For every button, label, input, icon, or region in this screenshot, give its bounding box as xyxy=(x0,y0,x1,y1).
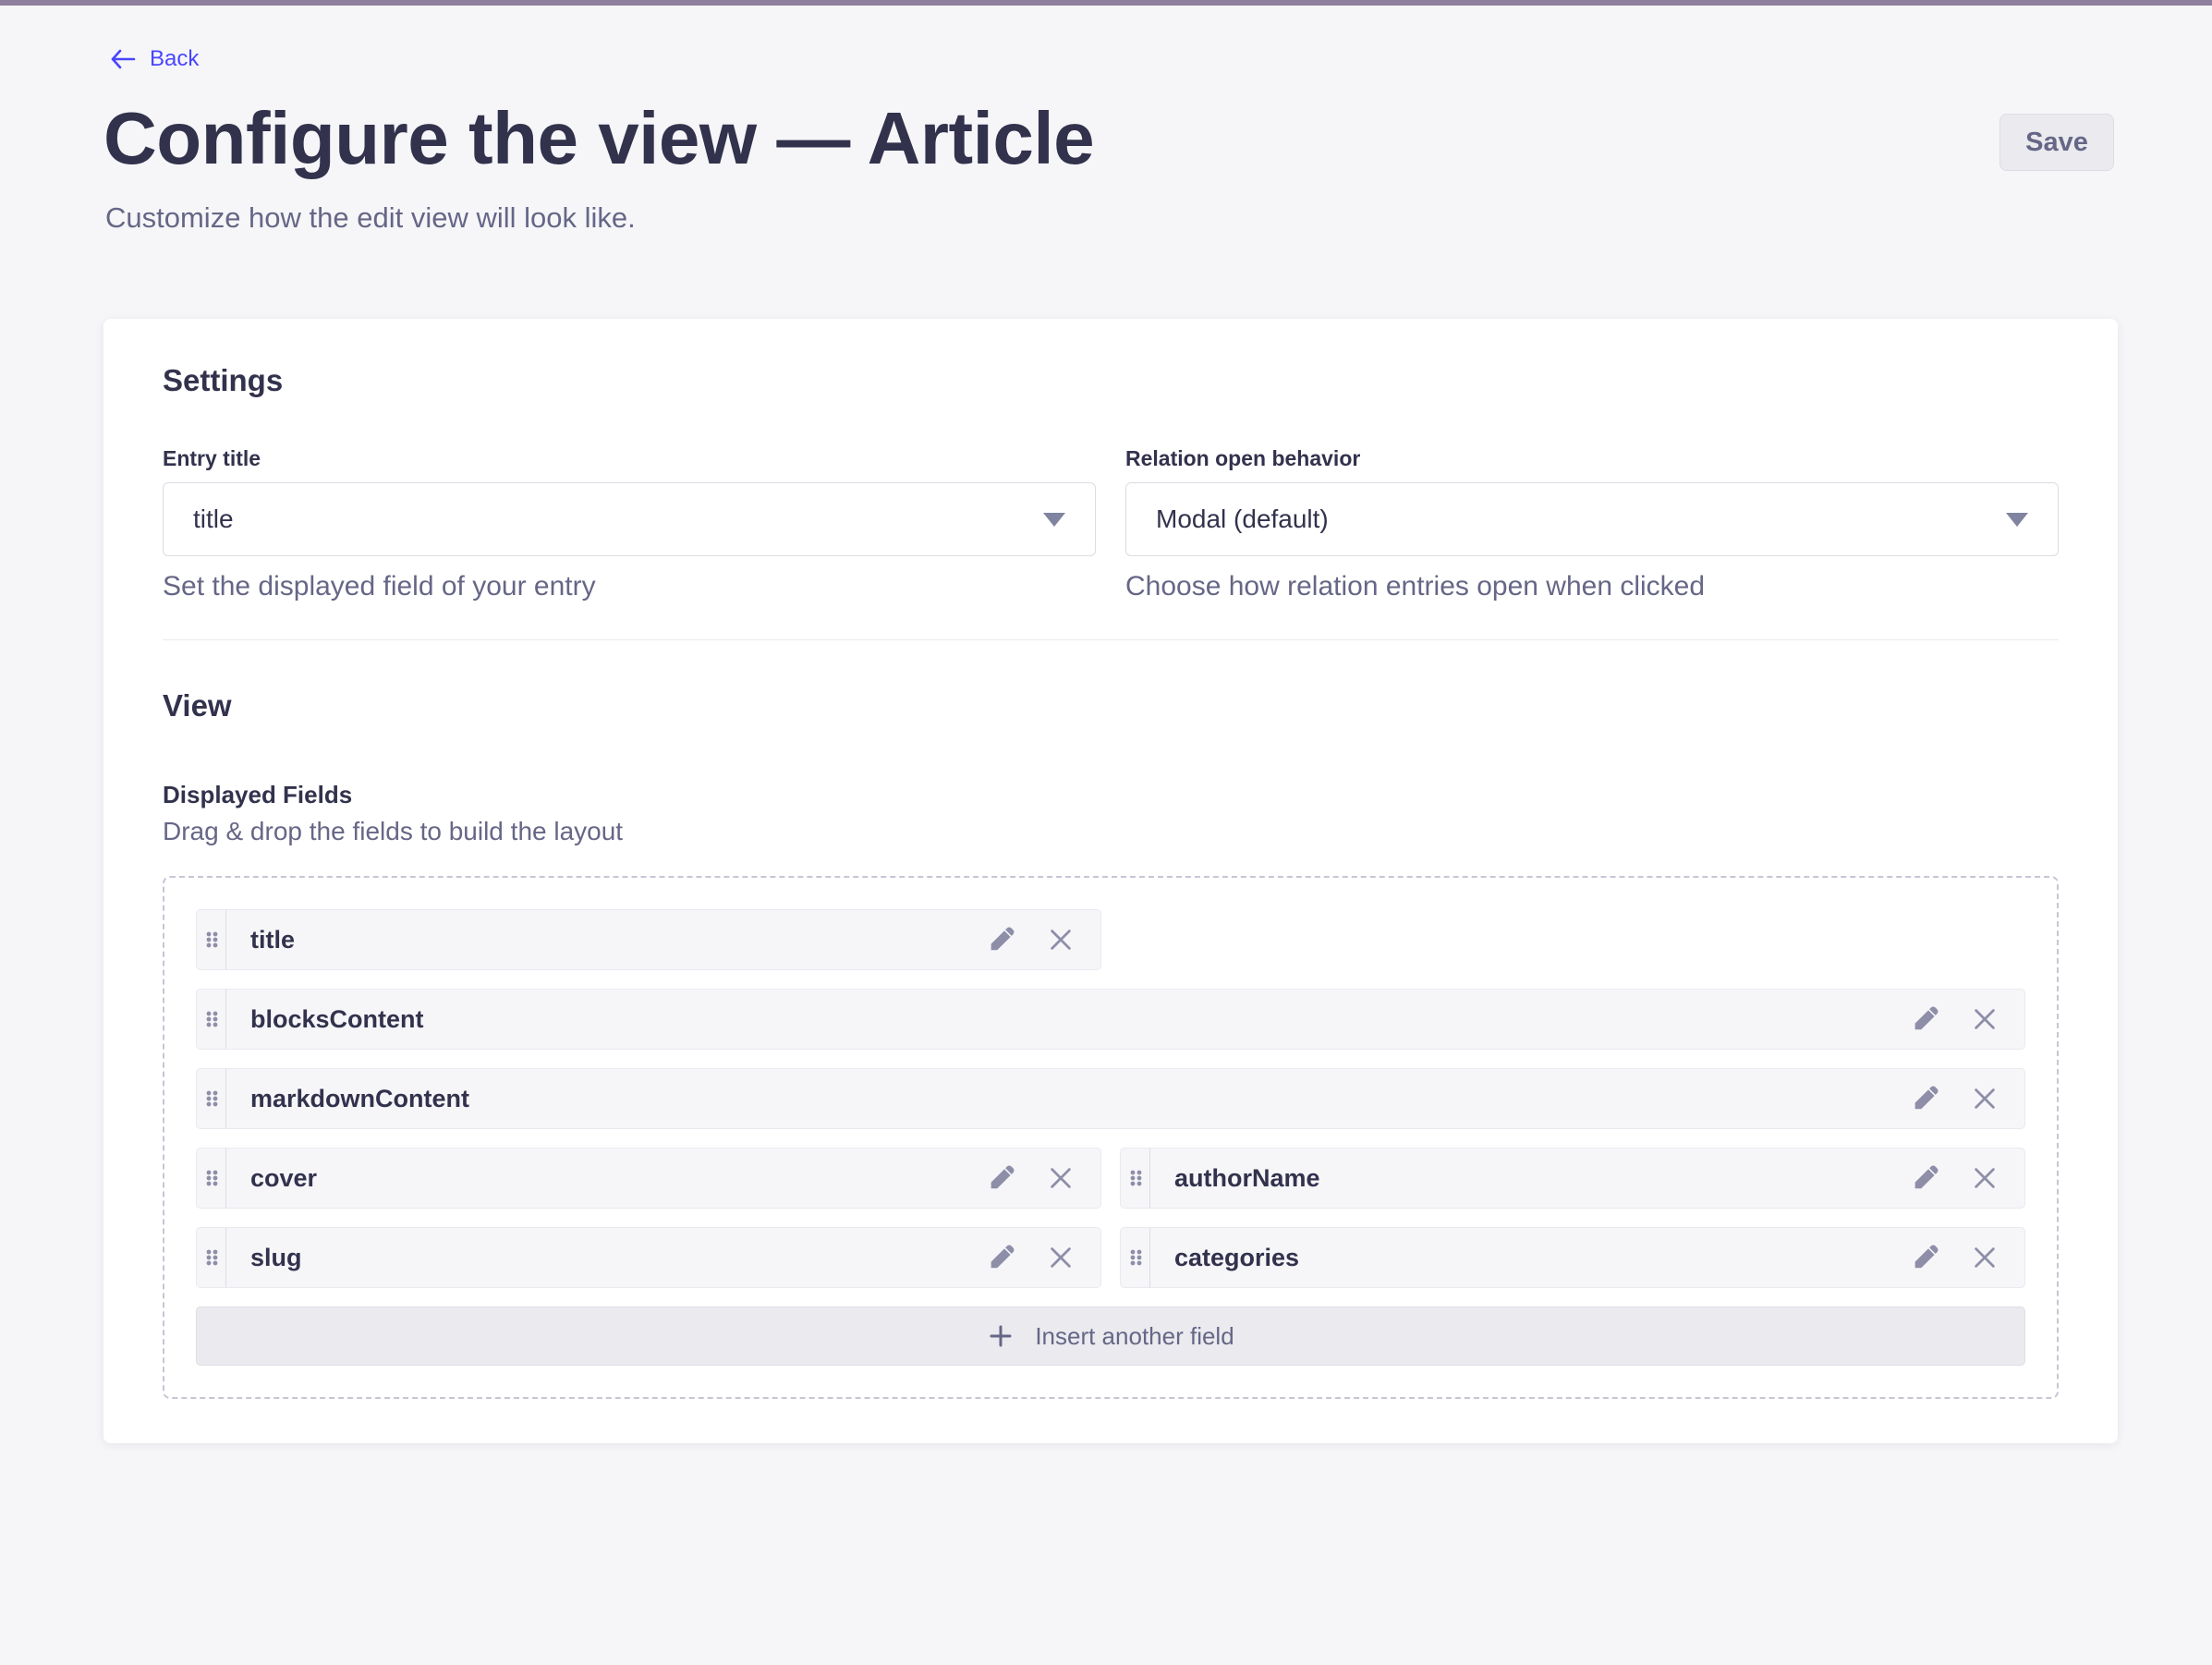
section-divider xyxy=(163,639,2059,640)
remove-field-button[interactable] xyxy=(1047,1164,1075,1192)
x-icon xyxy=(1971,1164,1999,1192)
back-label: Back xyxy=(150,46,199,72)
field-row-categories[interactable]: categories xyxy=(1120,1227,2025,1288)
drag-handle[interactable] xyxy=(1121,1148,1150,1208)
settings-heading: Settings xyxy=(163,363,2059,398)
configure-view-card: Settings Entry title title Set the displ… xyxy=(103,319,2118,1443)
relation-open-behavior-value: Modal (default) xyxy=(1156,504,1329,534)
pencil-icon xyxy=(988,1164,1015,1192)
edit-field-button[interactable] xyxy=(1912,1005,1939,1033)
back-arrow-icon xyxy=(109,47,137,71)
field-actions xyxy=(988,1164,1100,1192)
entry-title-hint: Set the displayed field of your entry xyxy=(163,571,1096,602)
insert-field-button[interactable]: Insert another field xyxy=(196,1306,2025,1366)
remove-field-button[interactable] xyxy=(1047,1244,1075,1271)
fields-grid: title blocksContent xyxy=(196,909,2025,1366)
field-actions xyxy=(1912,1244,2024,1271)
field-actions xyxy=(988,926,1100,954)
relation-open-behavior-group: Relation open behavior Modal (default) C… xyxy=(1125,446,2059,602)
edit-field-button[interactable] xyxy=(988,926,1015,954)
field-row-blocksContent[interactable]: blocksContent xyxy=(196,989,2025,1050)
six-dots-icon xyxy=(1126,1244,1145,1271)
x-icon xyxy=(1971,1085,1999,1112)
remove-field-button[interactable] xyxy=(1971,1244,1999,1271)
displayed-fields-hint: Drag & drop the fields to build the layo… xyxy=(163,817,2059,846)
field-label: cover xyxy=(226,1164,988,1193)
field-label: authorName xyxy=(1150,1164,1912,1193)
x-icon xyxy=(1047,926,1075,954)
six-dots-icon xyxy=(202,1085,221,1112)
edit-field-button[interactable] xyxy=(1912,1164,1939,1192)
field-row-slug[interactable]: slug xyxy=(196,1227,1101,1288)
relation-open-behavior-label: Relation open behavior xyxy=(1125,446,2059,471)
drag-handle[interactable] xyxy=(197,990,226,1049)
pencil-icon xyxy=(1912,1244,1939,1271)
field-label: markdownContent xyxy=(226,1085,1912,1113)
field-label: slug xyxy=(226,1244,988,1272)
entry-title-select[interactable]: title xyxy=(163,482,1096,556)
field-actions xyxy=(988,1244,1100,1271)
field-label: title xyxy=(226,926,988,954)
field-row-title[interactable]: title xyxy=(196,909,1101,970)
relation-open-behavior-hint: Choose how relation entries open when cl… xyxy=(1125,571,2059,602)
pencil-icon xyxy=(1912,1164,1939,1192)
field-row-authorName[interactable]: authorName xyxy=(1120,1148,2025,1209)
field-actions xyxy=(1912,1005,2024,1033)
entry-title-value: title xyxy=(193,504,234,534)
plus-icon xyxy=(987,1322,1015,1350)
six-dots-icon xyxy=(1126,1164,1145,1192)
window-top-strip xyxy=(0,0,2212,6)
entry-title-group: Entry title title Set the displayed fiel… xyxy=(163,446,1096,602)
relation-open-behavior-select[interactable]: Modal (default) xyxy=(1125,482,2059,556)
pencil-icon xyxy=(988,1244,1015,1271)
edit-field-button[interactable] xyxy=(988,1164,1015,1192)
remove-field-button[interactable] xyxy=(1971,1005,1999,1033)
page-title: Configure the view — Article xyxy=(103,98,1094,179)
x-icon xyxy=(1047,1244,1075,1271)
field-actions xyxy=(1912,1164,2024,1192)
field-label: blocksContent xyxy=(226,1005,1912,1034)
remove-field-button[interactable] xyxy=(1971,1164,1999,1192)
view-heading: View xyxy=(163,688,2059,723)
six-dots-icon xyxy=(202,1164,221,1192)
six-dots-icon xyxy=(202,1244,221,1271)
six-dots-icon xyxy=(202,926,221,954)
fields-dropzone: title blocksContent xyxy=(163,876,2059,1399)
x-icon xyxy=(1047,1164,1075,1192)
save-button[interactable]: Save xyxy=(1999,114,2114,171)
entry-title-label: Entry title xyxy=(163,446,1096,471)
drag-handle[interactable] xyxy=(197,1148,226,1208)
page-subtitle: Customize how the edit view will look li… xyxy=(105,201,636,235)
x-icon xyxy=(1971,1005,1999,1033)
field-row-markdownContent[interactable]: markdownContent xyxy=(196,1068,2025,1129)
drag-handle[interactable] xyxy=(197,910,226,969)
six-dots-icon xyxy=(202,1005,221,1033)
field-row-cover[interactable]: cover xyxy=(196,1148,1101,1209)
settings-form-row: Entry title title Set the displayed fiel… xyxy=(163,446,2059,602)
back-button[interactable]: Back xyxy=(109,46,199,72)
field-label: categories xyxy=(1150,1244,1912,1272)
edit-field-button[interactable] xyxy=(1912,1244,1939,1271)
remove-field-button[interactable] xyxy=(1047,926,1075,954)
pencil-icon xyxy=(1912,1005,1939,1033)
edit-field-button[interactable] xyxy=(1912,1085,1939,1112)
drag-handle[interactable] xyxy=(1121,1228,1150,1287)
pencil-icon xyxy=(1912,1085,1939,1112)
edit-field-button[interactable] xyxy=(988,1244,1015,1271)
caret-down-icon xyxy=(1043,513,1065,527)
field-actions xyxy=(1912,1085,2024,1112)
drag-handle[interactable] xyxy=(197,1069,226,1128)
drag-handle[interactable] xyxy=(197,1228,226,1287)
caret-down-icon xyxy=(2006,513,2028,527)
insert-field-label: Insert another field xyxy=(1035,1322,1234,1351)
x-icon xyxy=(1971,1244,1999,1271)
pencil-icon xyxy=(988,926,1015,954)
remove-field-button[interactable] xyxy=(1971,1085,1999,1112)
displayed-fields-title: Displayed Fields xyxy=(163,781,2059,809)
